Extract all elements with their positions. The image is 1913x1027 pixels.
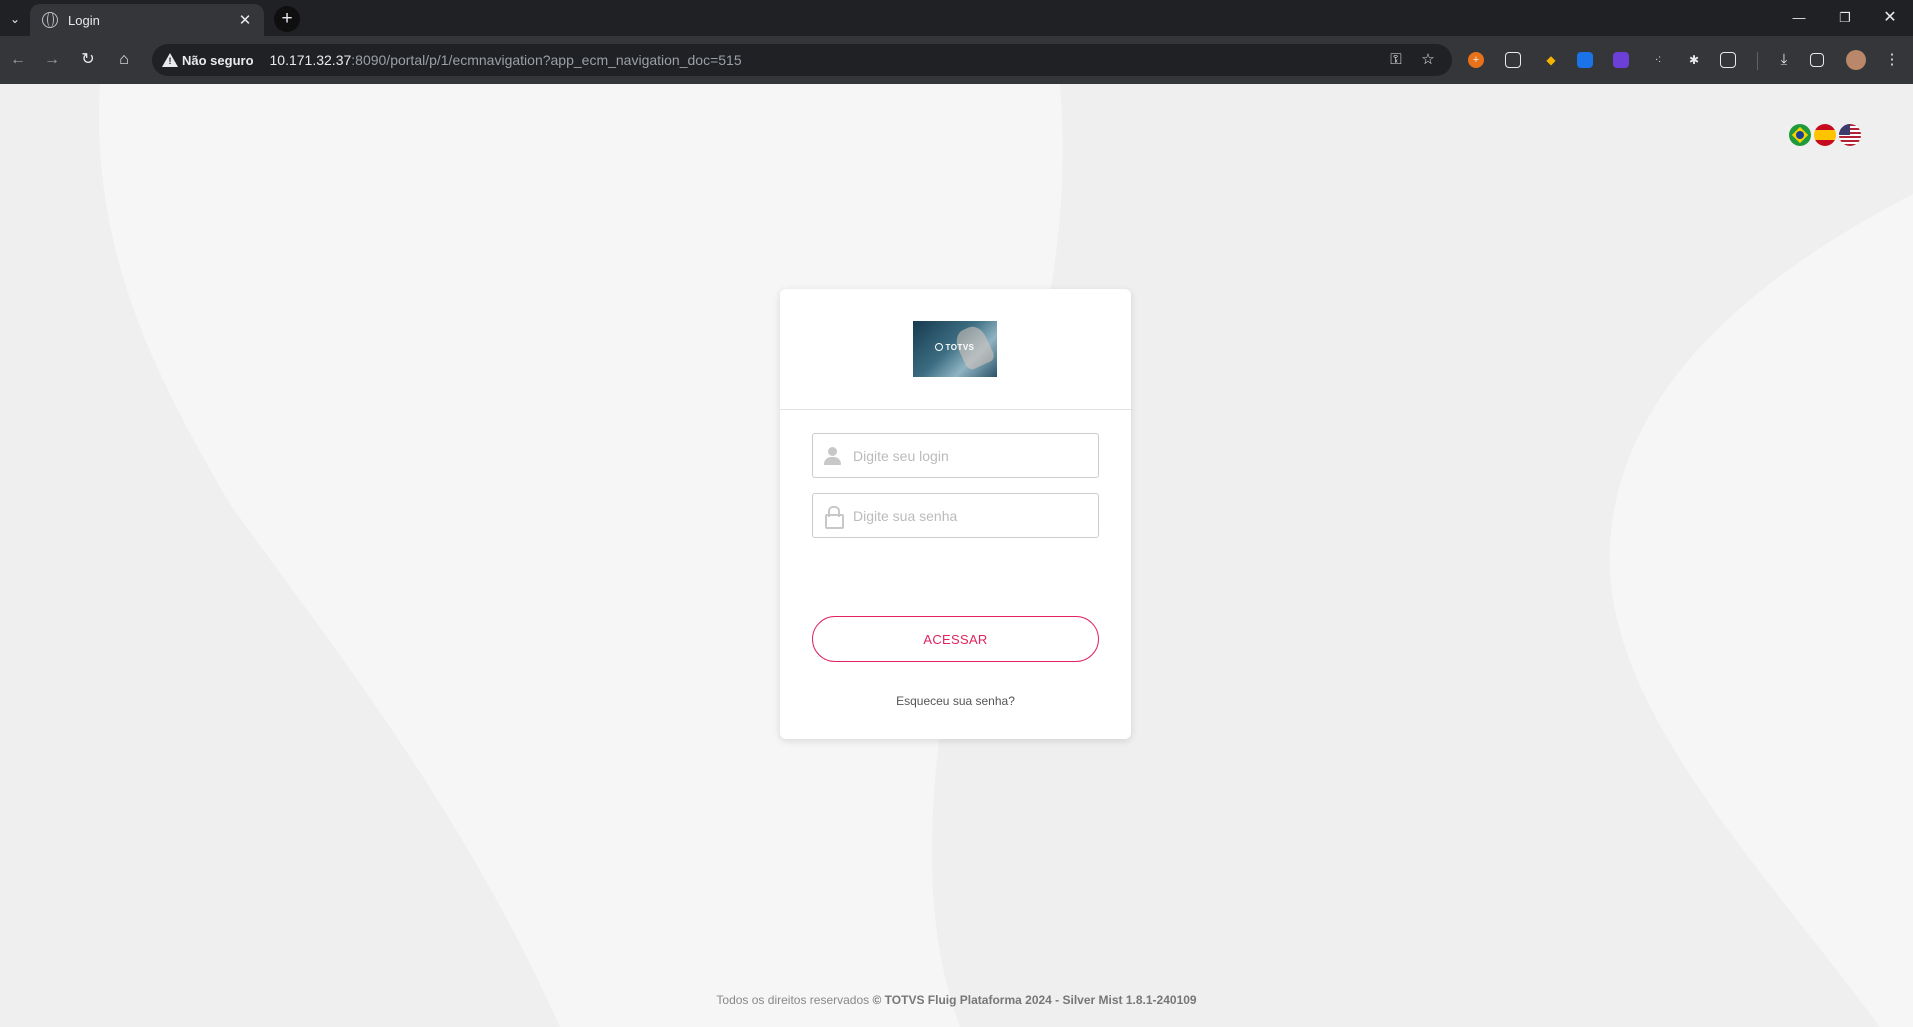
home-icon[interactable]: ⌂	[110, 46, 138, 74]
access-button[interactable]: ACESSAR	[812, 616, 1099, 662]
footer-copyright: © TOTVS Fluig Plataforma 2024 - Silver M…	[872, 993, 1197, 1007]
flag-spain-icon[interactable]	[1814, 124, 1836, 146]
extension-box-icon[interactable]	[1720, 52, 1736, 68]
url-host: 10.171.32.37	[269, 52, 352, 68]
page-footer: Todos os direitos reservados © TOTVS Flu…	[0, 993, 1913, 1007]
password-field	[812, 493, 1099, 538]
tab-title: Login	[68, 12, 100, 28]
tab-search-icon[interactable]: ⌄	[4, 8, 26, 30]
extensions-puzzle-icon[interactable]: ✱	[1684, 50, 1704, 70]
extension-dots-icon[interactable]: ·:	[1648, 50, 1668, 70]
star-icon[interactable]: ☆	[1418, 50, 1438, 70]
extension-grid-icon[interactable]	[1613, 52, 1629, 68]
close-window-icon[interactable]: ✕	[1872, 6, 1908, 30]
forgot-password-link[interactable]: Esqueceu sua senha?	[780, 694, 1131, 708]
menu-icon[interactable]: ⋮	[1882, 50, 1902, 70]
password-input[interactable]	[853, 495, 1098, 536]
tab-close-icon[interactable]: ✕	[236, 11, 254, 29]
login-input[interactable]	[853, 435, 1098, 476]
globe-icon	[42, 12, 58, 28]
new-tab-button[interactable]: +	[274, 6, 300, 32]
totvs-logo: TOTVS	[913, 321, 997, 377]
restore-icon[interactable]: ❐	[1827, 6, 1863, 30]
toolbar-divider	[1757, 52, 1758, 70]
forward-icon[interactable]: →	[38, 46, 66, 74]
user-icon	[823, 446, 843, 466]
flag-usa-icon[interactable]	[1839, 124, 1861, 146]
security-chip[interactable]: Não seguro	[182, 53, 254, 68]
extension-blue-icon[interactable]	[1577, 52, 1593, 68]
lock-icon	[823, 505, 844, 529]
browser-toolbar: ← → ↻ ⌂ Não seguro 10.171.32.37 :8090/po…	[0, 36, 1913, 84]
logo-text: TOTVS	[913, 343, 997, 352]
address-bar[interactable]: Não seguro 10.171.32.37 :8090/portal/p/1…	[152, 44, 1452, 76]
url-path: :8090/portal/p/1/ecmnavigation?app_ecm_n…	[351, 52, 742, 68]
sidepanel-icon[interactable]	[1810, 53, 1824, 67]
language-selector	[1789, 124, 1861, 146]
downloads-icon[interactable]: ⤓	[1774, 50, 1794, 70]
browser-titlebar: ⌄ Login ✕ + — ❐ ✕	[0, 0, 1913, 36]
login-card: TOTVS ACESSAR Esqueceu sua senha?	[780, 289, 1131, 739]
browser-tab[interactable]: Login ✕	[30, 4, 264, 36]
extension-flame-icon[interactable]: ◆	[1541, 50, 1561, 70]
flag-brazil-icon[interactable]	[1789, 124, 1811, 146]
back-icon[interactable]: ←	[4, 46, 32, 74]
card-header: TOTVS	[780, 289, 1131, 410]
warning-icon	[162, 53, 178, 67]
minimize-icon[interactable]: —	[1781, 6, 1817, 30]
login-field	[812, 433, 1099, 478]
key-icon[interactable]: ⚿	[1386, 50, 1406, 70]
footer-prefix: Todos os direitos reservados	[716, 993, 870, 1007]
reload-icon[interactable]: ↻	[74, 46, 102, 74]
extension-qr-icon[interactable]	[1505, 52, 1521, 68]
login-page: TOTVS ACESSAR Esqueceu sua senha? Todos …	[0, 84, 1913, 1027]
profile-avatar[interactable]	[1846, 50, 1866, 70]
extension-orange-icon[interactable]: +	[1468, 52, 1484, 68]
